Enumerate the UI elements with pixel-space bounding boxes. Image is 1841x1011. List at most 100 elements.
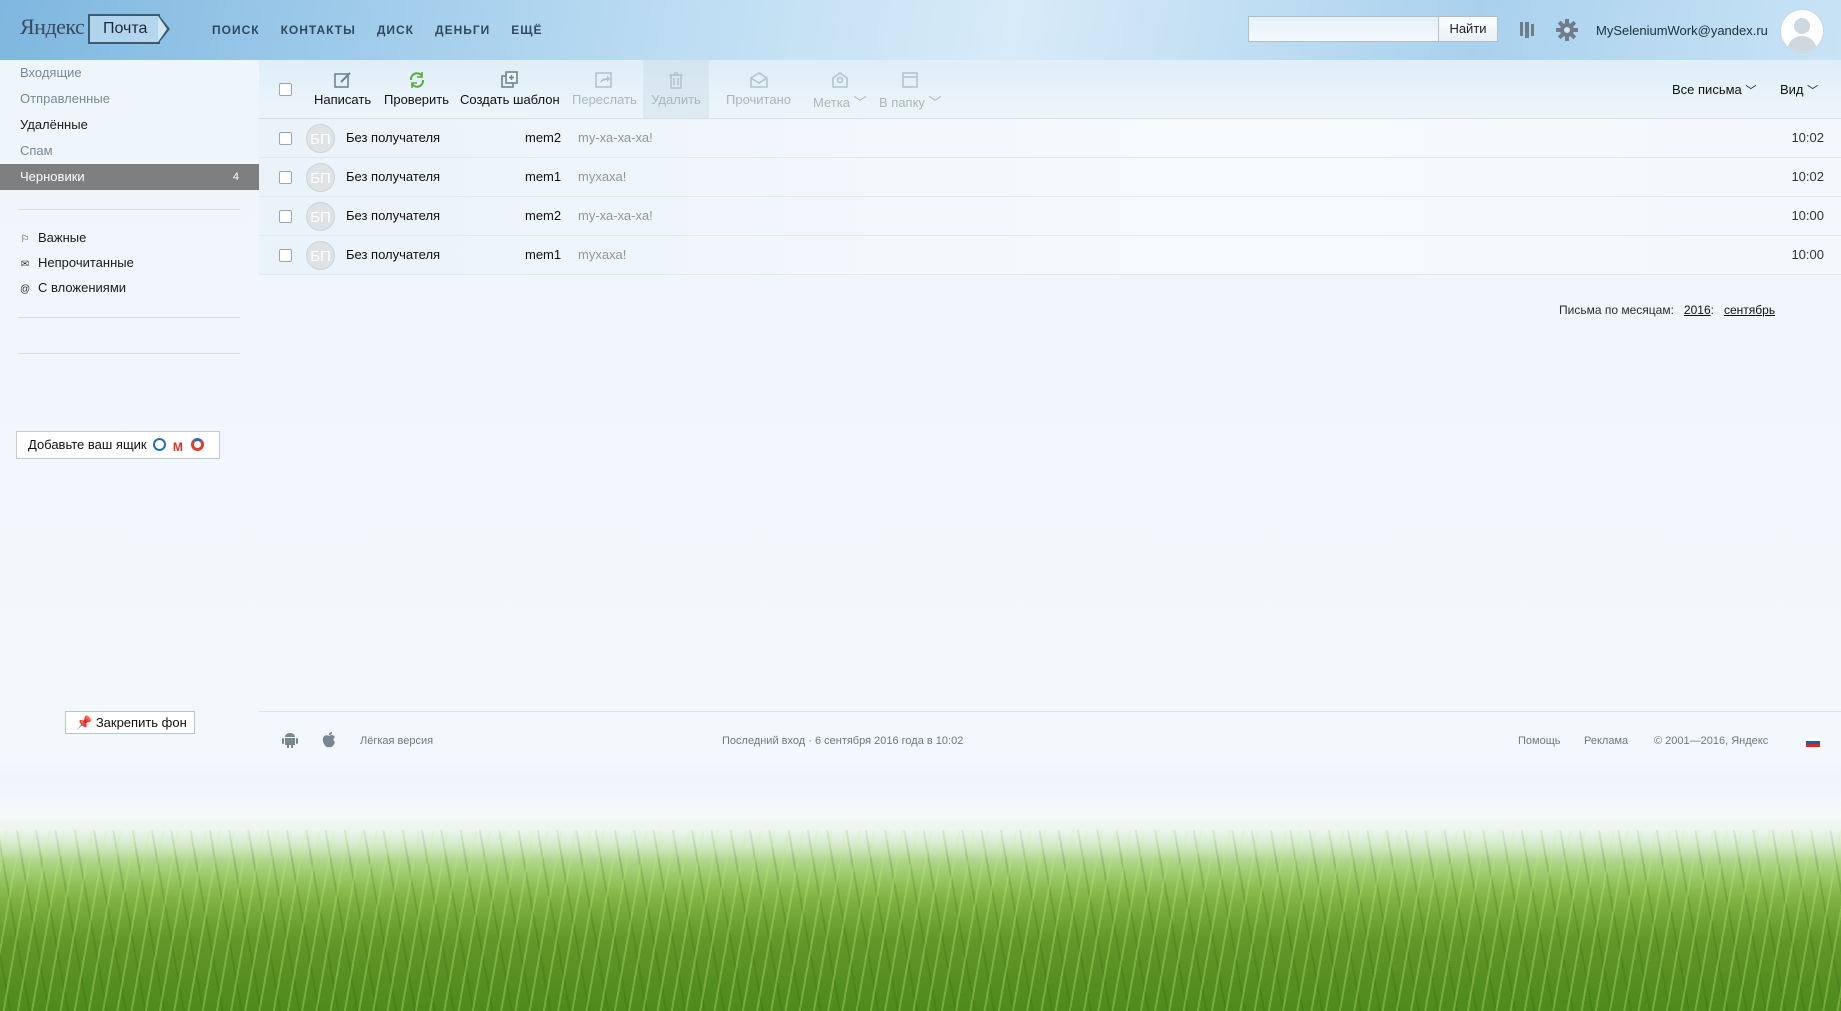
to-folder-label: В папку (879, 95, 925, 110)
move-to-folder-dropdown[interactable]: В папку ﹀ (879, 70, 942, 111)
message-from: Без получателя (346, 247, 441, 262)
background-clouds (0, 770, 1841, 860)
chevron-down-icon: ﹀ (928, 95, 942, 110)
light-version-link[interactable]: Лёгкая версия (360, 735, 433, 747)
nav-money[interactable]: ДЕНЬГИ (435, 23, 490, 37)
add-mailbox-button[interactable]: Добавьте ваш ящик M (16, 431, 220, 459)
copyright: © 2001—2016, Яндекс (1654, 735, 1769, 747)
label-attachments[interactable]: @ С вложениями (20, 278, 126, 298)
folder-sent[interactable]: Отправленные (0, 86, 259, 112)
russia-flag-icon[interactable] (1806, 738, 1820, 747)
folder-drafts[interactable]: Черновики 4 (0, 164, 259, 190)
refresh-icon (409, 72, 424, 88)
message-checkbox[interactable] (279, 132, 292, 145)
filter-dropdown[interactable]: Все письма ﹀ (1672, 82, 1756, 98)
search-input[interactable] (1248, 16, 1438, 42)
user-avatar[interactable] (1780, 9, 1824, 53)
folder-label: Входящие (20, 65, 82, 80)
message-snippet: my-ха-ха-ха! (578, 208, 653, 223)
tablet-icon[interactable] (1518, 21, 1536, 39)
apple-icon[interactable] (320, 731, 338, 749)
sidebar-divider (18, 353, 240, 354)
archive-label: Письма по месяцам: (1559, 303, 1674, 317)
message-from: Без получателя (346, 208, 441, 223)
forward-label: Переслать (572, 92, 637, 107)
label-dropdown-label: Метка (813, 95, 850, 110)
service-mail-link[interactable]: Почта (88, 14, 160, 44)
footer: Лёгкая версия Последний вход · 6 сентябр… (259, 711, 1841, 770)
sidebar-divider (18, 209, 240, 210)
gmail-icon: M (172, 440, 183, 454)
delete-label: Удалить (651, 92, 701, 107)
search-button[interactable]: Найти (1438, 16, 1498, 42)
pin-background-button[interactable]: 📌 Закрепить фон (65, 711, 195, 734)
create-template-button[interactable]: Создать шаблон (460, 70, 560, 107)
folder-count: 4 (232, 171, 239, 183)
check-label: Проверить (384, 92, 450, 107)
nav-disk[interactable]: ДИСК (377, 23, 414, 37)
message-row[interactable]: БП Без получателя mem1 myxaxa! 10:00 (259, 236, 1841, 275)
nav-more[interactable]: ЕЩЁ (511, 23, 542, 37)
paperclip-icon: @ (20, 284, 31, 295)
pin-icon: 📌 (76, 715, 93, 730)
message-checkbox[interactable] (279, 171, 292, 184)
trash-icon (669, 72, 683, 89)
archive-separator: : (1710, 303, 1714, 317)
message-from: Без получателя (346, 169, 441, 184)
message-time: 10:00 (1791, 247, 1824, 262)
folder-spam[interactable]: Спам (0, 138, 259, 164)
message-row[interactable]: БП Без получателя mem2 my-ха-ха-ха! 10:0… (259, 119, 1841, 158)
archive-by-month: Письма по месяцам: 2016: сентябрь (1559, 303, 1775, 317)
flag-icon: ⚐ (20, 234, 30, 245)
delete-button[interactable]: Удалить (643, 60, 709, 118)
message-row[interactable]: БП Без получателя mem2 my-ха-ха-ха! 10:0… (259, 197, 1841, 236)
label-text: Непрочитанные (38, 255, 134, 270)
message-snippet: myxaxa! (578, 247, 627, 262)
yandex-logo[interactable]: Яндекс (20, 14, 85, 40)
help-link[interactable]: Помощь (1518, 735, 1561, 747)
message-subject: mem2 (525, 130, 562, 145)
check-mail-button[interactable]: Проверить (384, 70, 449, 107)
message-subject: mem1 (525, 169, 562, 184)
message-row[interactable]: БП Без получателя mem1 myxaxa! 10:02 (259, 158, 1841, 197)
service-arrow-inner (158, 16, 167, 42)
label-unread[interactable]: ✉ Непрочитанные (20, 253, 134, 273)
compose-button[interactable]: Написать (314, 70, 371, 107)
message-time: 10:02 (1791, 169, 1824, 184)
nav-search[interactable]: ПОИСК (212, 23, 260, 37)
nav-contacts[interactable]: КОНТАКТЫ (281, 23, 356, 37)
read-label: Прочитано (726, 92, 791, 107)
message-checkbox[interactable] (279, 249, 292, 262)
folder-label: Удалённые (20, 117, 88, 132)
chevron-down-icon: ﹀ (853, 95, 867, 110)
top-nav: ПОИСК КОНТАКТЫ ДИСК ДЕНЬГИ ЕЩЁ (212, 23, 564, 37)
template-icon (501, 71, 518, 88)
header: Яндекс Почта ПОИСК КОНТАКТЫ ДИСК ДЕНЬГИ … (0, 0, 1841, 60)
pin-background-label: Закрепить фон (95, 715, 187, 730)
tag-icon (831, 72, 848, 88)
forward-button[interactable]: Переслать (572, 70, 637, 107)
user-email[interactable]: MySeleniumWork@yandex.ru (1596, 23, 1768, 38)
message-subject: mem2 (525, 208, 562, 223)
at-sign-icon (153, 438, 167, 451)
select-all-checkbox[interactable] (279, 83, 292, 96)
label-important[interactable]: ⚐ Важные (20, 228, 87, 248)
folder-icon (902, 72, 919, 88)
label-dropdown[interactable]: Метка ﹀ (813, 70, 867, 111)
folder-deleted[interactable]: Удалённые (0, 112, 259, 138)
mark-read-button[interactable]: Прочитано (726, 70, 791, 107)
gear-icon[interactable] (1556, 19, 1578, 41)
android-icon[interactable] (281, 731, 299, 749)
filter-label: Все письма (1672, 82, 1742, 97)
folder-inbox[interactable]: Входящие (0, 60, 259, 86)
compose-label: Написать (314, 92, 372, 107)
message-checkbox[interactable] (279, 210, 292, 223)
message-snippet: my-ха-ха-ха! (578, 130, 653, 145)
archive-year-link[interactable]: 2016 (1684, 303, 1711, 317)
message-from: Без получателя (346, 130, 441, 145)
ads-link[interactable]: Реклама (1584, 735, 1628, 747)
view-dropdown[interactable]: Вид ﹀ (1780, 82, 1818, 98)
sidebar: Входящие Отправленные Удалённые Спам Чер… (0, 60, 259, 760)
archive-month-link[interactable]: сентябрь (1724, 303, 1775, 317)
avatar-head-shape (1794, 18, 1810, 34)
